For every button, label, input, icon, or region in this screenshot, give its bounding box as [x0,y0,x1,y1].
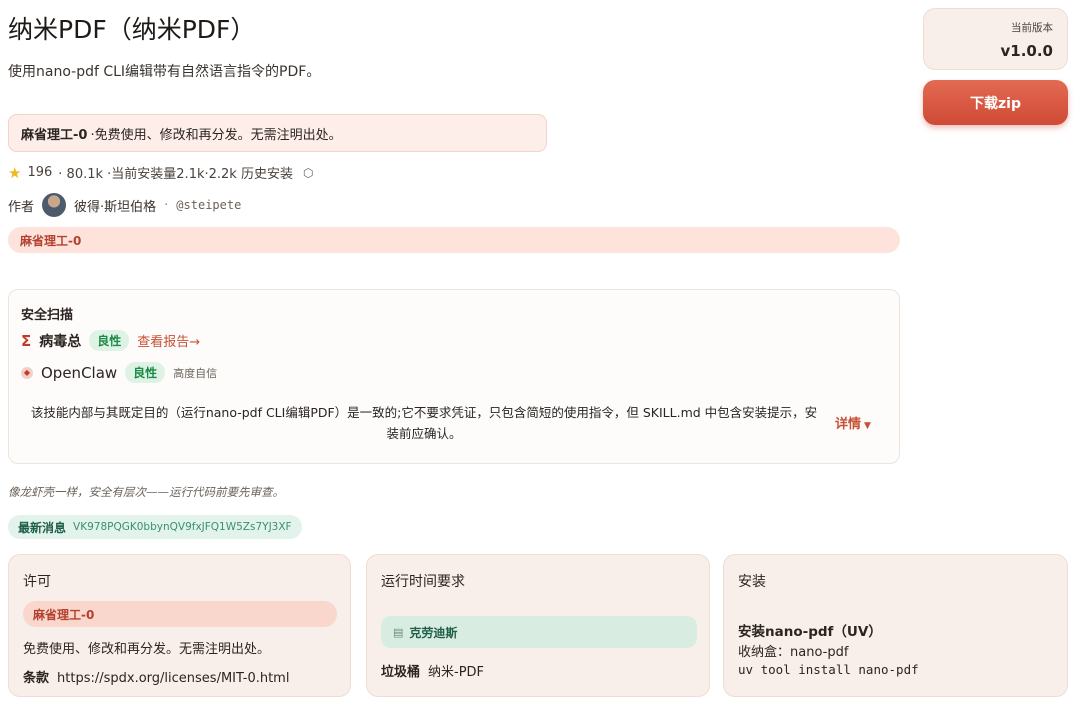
runtime-card: 运行时间要求 ▤ 克劳迪斯 垃圾桶 纳米-PDF [366,554,710,697]
author-row: 作者 彼得·斯坦伯格 · @steipete [8,193,241,217]
download-zip-button[interactable]: 下载zip [923,80,1068,125]
virustotal-status-badge: 良性 [89,330,130,351]
terms-link[interactable]: https://spdx.org/licenses/MIT-0.html [57,671,289,686]
star-icon: ★ [8,163,22,182]
author-handle[interactable]: @steipete [176,198,241,212]
version-value: v1.0.0 [1000,42,1054,60]
stats-row: ★ 196 · 80.1k ·当前安装量2.1k·2.2k 历史安装 ⬡ [8,163,314,183]
latest-news-id: VK978PQGK0bbynQV9fxJFQ1W5Zs7YJ3XF [73,521,292,533]
caret-down-icon: ▼ [864,421,871,431]
openclaw-confidence: 高度自信 [173,366,218,380]
install-card-title: 安装 [738,574,766,590]
scan-summary: 该技能内部与其既定目的（运行nano-pdf CLI编辑PDF）是一致的;它不要… [30,405,818,441]
openclaw-icon: ◆ [21,366,33,379]
runtime-requirement-pill: ▤ 克劳迪斯 [381,616,697,648]
version-label: 当前版本 [1011,22,1053,34]
security-scan-card: 安全扫描 Σ 病毒总 良性 查看报告→ ◆ OpenClaw 良性 高度自信 该… [8,289,900,464]
install-method-title: 安装nano-pdf（UV） [738,624,882,640]
virustotal-icon: Σ [21,331,32,350]
scan-row-openclaw: ◆ OpenClaw 良性 高度自信 [21,362,217,383]
bin-value: 纳米-PDF [428,665,485,680]
page-title: 纳米PDF（纳米PDF） [8,15,256,44]
star-count: 196 [27,165,53,180]
avatar[interactable] [42,193,67,217]
license-terms-row: 条款 https://spdx.org/licenses/MIT-0.html [23,667,289,686]
install-card: 安装 安装nano-pdf（UV） 收纳盒：nano-pdf uv tool i… [723,554,1068,697]
latest-news-label: 最新消息 [18,520,67,535]
license-notice-name: 麻省理工-0 [21,127,88,143]
install-stats: · 80.1k ·当前安装量2.1k·2.2k 历史安装 [58,167,293,182]
author-name[interactable]: 彼得·斯坦伯格 [74,196,156,215]
license-card-title: 许可 [23,574,51,590]
security-tagline: 像龙虾壳一样，安全有层次——运行代码前要先审查。 [8,485,284,499]
license-card-tag[interactable]: 麻省理工-0 [23,601,337,627]
openclaw-status-badge: 良性 [125,362,166,383]
package-icon: ⬡ [302,165,314,180]
page-subtitle: 使用nano-pdf CLI编辑带有自然语言指令的PDF。 [8,64,321,80]
install-package-line: 收纳盒：nano-pdf [738,645,849,660]
install-command[interactable]: uv tool install nano-pdf [738,662,919,677]
license-card: 许可 麻省理工-0 免费使用、修改和再分发。无需注明出处。 条款 https://… [8,554,351,697]
license-tag[interactable]: 麻省理工-0 [8,227,900,253]
details-label: 详情 [835,417,862,432]
terms-label: 条款 [23,671,50,686]
license-notice-text: ·免费使用、修改和再分发。无需注明出处。 [90,127,342,143]
bin-label: 垃圾桶 [381,665,421,680]
author-separator: · [164,197,169,213]
security-scan-title: 安全扫描 [21,308,74,323]
document-icon: ▤ [393,625,404,639]
scan-row-virustotal: Σ 病毒总 良性 查看报告→ [21,330,200,351]
version-box: 当前版本 v1.0.0 [923,8,1068,70]
view-report-link[interactable]: 查看报告→ [137,331,200,350]
runtime-requirement: 克劳迪斯 [409,625,458,640]
details-toggle[interactable]: 详情 ▼ [835,413,871,432]
runtime-card-title: 运行时间要求 [381,574,465,590]
latest-news-pill[interactable]: 最新消息 VK978PQGK0bbynQV9fxJFQ1W5Zs7YJ3XF [8,515,302,539]
runtime-bin-row: 垃圾桶 纳米-PDF [381,661,484,680]
openclaw-name: OpenClaw [41,363,118,382]
license-notice: 麻省理工-0 ·免费使用、修改和再分发。无需注明出处。 [8,114,547,152]
license-card-description: 免费使用、修改和再分发。无需注明出处。 [23,642,271,657]
virustotal-name: 病毒总 [39,333,82,350]
author-label: 作者 [8,199,35,215]
